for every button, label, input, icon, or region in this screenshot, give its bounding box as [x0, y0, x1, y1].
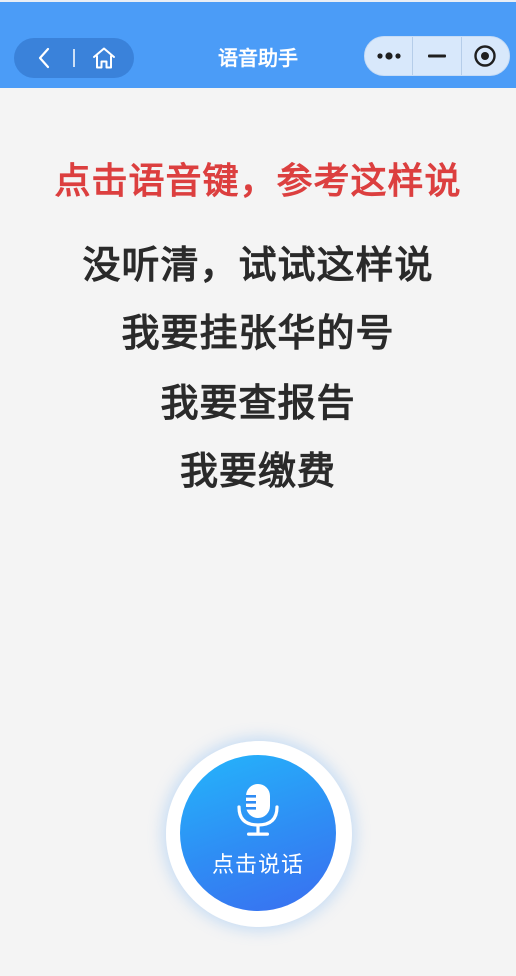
mini-program-capsule [364, 36, 510, 76]
voice-hint-heading: 点击语音键，参考这样说 [54, 161, 462, 202]
target-circle-icon [474, 45, 497, 67]
minimize-icon [427, 54, 446, 58]
more-dots-icon [377, 52, 401, 60]
close-button[interactable] [462, 37, 509, 75]
suggestion-payment: 我要缴费 [179, 449, 336, 493]
tap-to-speak-button[interactable]: 点击说话 [180, 755, 336, 911]
suggestion-register: 我要挂张华的号 [121, 311, 395, 355]
minimize-button[interactable] [413, 37, 462, 75]
top-navigation-bar: 语音助手 [0, 0, 516, 88]
microphone-icon [237, 784, 279, 836]
more-button[interactable] [365, 37, 414, 75]
suggestion-report: 我要查报告 [160, 381, 356, 425]
mic-button-label: 点击说话 [211, 853, 304, 878]
suggestion-not-heard: 没听清，试试这样说 [82, 243, 434, 287]
